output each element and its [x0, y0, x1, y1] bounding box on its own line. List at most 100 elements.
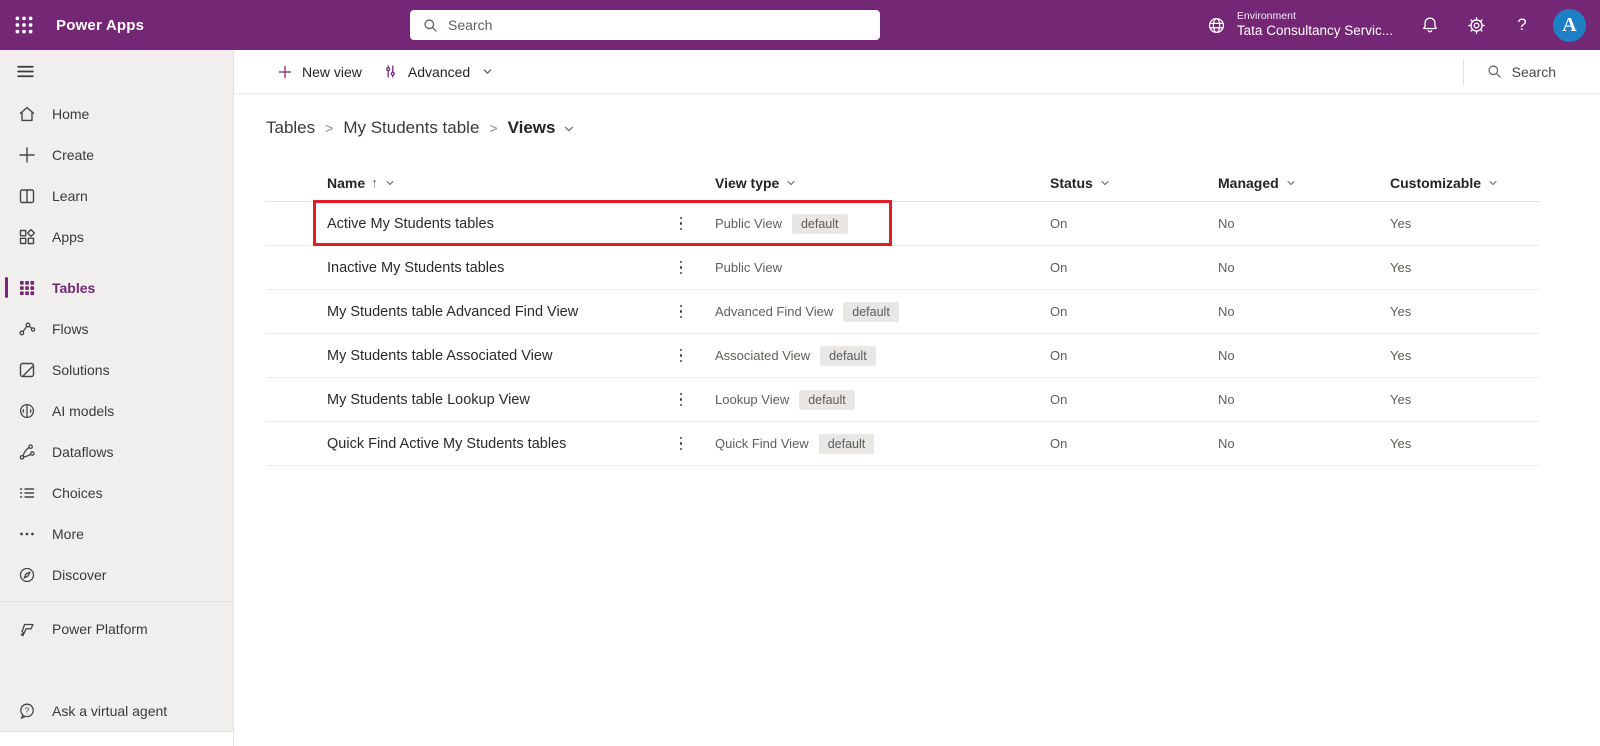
sidebar-item-discover[interactable]: Discover	[0, 554, 233, 595]
help-button[interactable]: ?	[1499, 0, 1545, 50]
sidebar-item-choices[interactable]: Choices	[0, 472, 233, 513]
managed-value: No	[1218, 392, 1235, 407]
advanced-button[interactable]: Advanced	[372, 56, 504, 88]
global-search-placeholder: Search	[448, 17, 493, 33]
view-search-button[interactable]: Search	[1478, 63, 1582, 80]
column-header-managed[interactable]: Managed	[1218, 175, 1390, 191]
table-row[interactable]: My Students table Advanced Find View Adv…	[266, 290, 1540, 334]
default-badge: default	[843, 301, 899, 322]
sidebar-item-label: AI models	[52, 402, 115, 419]
column-header-name[interactable]: Name ↑	[327, 175, 656, 191]
globe-icon	[1206, 15, 1227, 36]
bell-icon	[1420, 15, 1440, 35]
view-name-link[interactable]: Active My Students tables	[327, 216, 656, 232]
more-options-icon[interactable]	[679, 260, 683, 275]
view-name-link[interactable]: Inactive My Students tables	[327, 260, 656, 276]
settings-button[interactable]	[1453, 0, 1499, 50]
choices-icon	[16, 482, 38, 504]
environment-name: Tata Consultancy Servic...	[1236, 23, 1393, 39]
default-badge: default	[818, 433, 875, 454]
hamburger-icon[interactable]	[0, 50, 233, 93]
chevron-down-icon	[481, 65, 494, 78]
table-row[interactable]: My Students table Associated View Associ…	[266, 334, 1540, 378]
waffle-icon[interactable]	[0, 0, 48, 50]
more-icon	[16, 523, 38, 545]
breadcrumb-item-tables[interactable]: Tables	[266, 118, 315, 138]
status-value: On	[1050, 436, 1068, 451]
customizable-value: Yes	[1390, 260, 1412, 275]
avatar[interactable]: A	[1553, 8, 1586, 42]
sidebar-item-learn[interactable]: Learn	[0, 175, 233, 216]
managed-value: No	[1218, 216, 1235, 231]
table-row[interactable]: Inactive My Students tables Public View …	[266, 246, 1540, 290]
new-view-label: New view	[302, 63, 362, 80]
view-type-value: Advanced Find View	[715, 304, 834, 319]
command-bar: New view Advanced Search	[234, 50, 1600, 94]
sidebar-item-label: Ask a virtual agent	[52, 702, 168, 719]
more-options-icon[interactable]	[679, 348, 683, 363]
notifications-button[interactable]	[1407, 0, 1453, 50]
sidebar-item-flows[interactable]: Flows	[0, 308, 233, 349]
sidebar-bottom-strip	[0, 731, 233, 746]
table-row[interactable]: My Students table Lookup View Lookup Vie…	[266, 378, 1540, 422]
sidebar-item-label: Home	[52, 105, 90, 122]
customizable-value: Yes	[1390, 304, 1412, 319]
table-row[interactable]: Quick Find Active My Students tables Qui…	[266, 422, 1540, 466]
sidebar-item-label: More	[52, 525, 84, 542]
table-row[interactable]: Active My Students tables Public View de…	[266, 200, 1540, 246]
customizable-value: Yes	[1390, 348, 1412, 363]
view-search-label: Search	[1511, 63, 1556, 80]
sidebar-item-solutions[interactable]: Solutions	[0, 349, 233, 390]
default-badge: default	[791, 213, 848, 234]
sidebar-item-virtual-agent[interactable]: ? Ask a virtual agent	[0, 690, 233, 731]
table-header-row: Name ↑ View type Status Managed Customiz…	[266, 164, 1540, 202]
managed-value: No	[1218, 260, 1235, 275]
sidebar-item-label: Learn	[52, 187, 88, 204]
more-options-icon[interactable]	[679, 392, 683, 407]
svg-text:?: ?	[25, 705, 30, 715]
view-name-link[interactable]: My Students table Lookup View	[327, 392, 656, 408]
sidebar-item-label: Dataflows	[52, 443, 114, 460]
view-name-link[interactable]: My Students table Advanced Find View	[327, 304, 656, 320]
sort-ascending-icon: ↑	[371, 175, 378, 190]
new-view-button[interactable]: New view	[267, 56, 372, 88]
app-header: Power Apps Search Environment Tata Consu…	[0, 0, 1600, 50]
view-name-link[interactable]: My Students table Associated View	[327, 348, 656, 364]
search-icon	[1486, 63, 1503, 80]
status-value: On	[1050, 304, 1068, 319]
sidebar-item-label: Apps	[52, 228, 84, 245]
column-header-customizable[interactable]: Customizable	[1390, 175, 1540, 191]
sidebar-item-dataflows[interactable]: Dataflows	[0, 431, 233, 472]
more-options-icon[interactable]	[679, 216, 683, 231]
sidebar-item-label: Solutions	[52, 361, 110, 378]
global-search-input[interactable]: Search	[410, 10, 880, 40]
column-header-status[interactable]: Status	[1046, 175, 1218, 191]
environment-switcher[interactable]: Environment Tata Consultancy Servic...	[1192, 0, 1407, 50]
chevron-down-icon	[562, 122, 576, 136]
chevron-down-icon	[1487, 177, 1499, 189]
discover-icon	[16, 564, 38, 586]
gear-icon	[1466, 15, 1487, 36]
more-options-icon[interactable]	[679, 304, 683, 319]
sidebar-item-home[interactable]: Home	[0, 93, 233, 134]
sidebar-item-tables[interactable]: Tables	[0, 267, 233, 308]
default-badge: default	[799, 389, 855, 410]
breadcrumb-item-my-students-table[interactable]: My Students table	[343, 118, 479, 138]
chevron-down-icon	[1285, 177, 1297, 189]
sidebar-item-apps[interactable]: Apps	[0, 216, 233, 257]
column-header-view-type[interactable]: View type	[706, 175, 1046, 191]
view-name-link[interactable]: Quick Find Active My Students tables	[327, 436, 656, 452]
view-type-value: Quick Find View	[715, 436, 809, 451]
plus-icon	[277, 64, 293, 80]
sidebar-item-create[interactable]: Create	[0, 134, 233, 175]
sidebar-item-ai-models[interactable]: AI models	[0, 390, 233, 431]
more-options-icon[interactable]	[679, 436, 683, 451]
status-value: On	[1050, 348, 1068, 363]
breadcrumb-separator: >	[325, 120, 334, 136]
breadcrumb-item-views[interactable]: Views	[508, 118, 577, 138]
managed-value: No	[1218, 304, 1235, 319]
sidebar-item-more[interactable]: More	[0, 513, 233, 554]
managed-value: No	[1218, 436, 1235, 451]
customizable-value: Yes	[1390, 392, 1412, 407]
sidebar-item-power-platform[interactable]: Power Platform	[0, 608, 233, 649]
